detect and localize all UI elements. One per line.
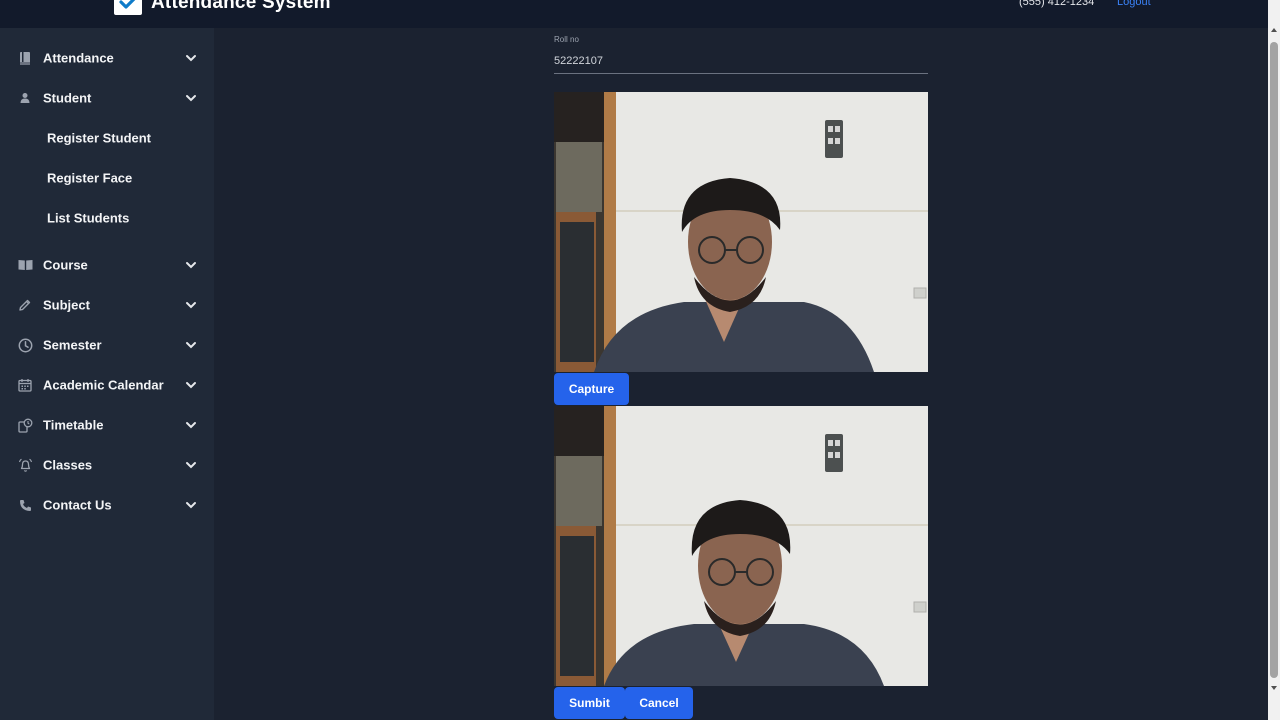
chevron-down-icon <box>186 422 196 429</box>
chevron-down-icon <box>186 302 196 309</box>
sidebar-subitem-label: Register Student <box>47 130 152 146</box>
sidebar-subitem-register-student[interactable]: Register Student <box>0 121 214 155</box>
phone-number: (555) 412-1234 <box>1019 0 1095 8</box>
clock-icon <box>17 337 33 353</box>
chevron-down-icon <box>186 382 196 389</box>
app-title: Attendance System <box>151 0 331 13</box>
phone-icon <box>17 497 33 513</box>
sidebar-item-label: Academic Calendar <box>43 377 164 393</box>
cancel-button[interactable]: Cancel <box>625 687 693 719</box>
sidebar-item-attendance[interactable]: Attendance <box>0 40 214 76</box>
chevron-down-icon <box>186 342 196 349</box>
pencil-icon <box>17 297 33 313</box>
sidebar-item-classes[interactable]: Classes <box>0 447 214 483</box>
sidebar-item-contact-us[interactable]: Contact Us <box>0 487 214 523</box>
scroll-up-icon[interactable] <box>1270 26 1278 34</box>
user-icon <box>17 90 33 106</box>
chevron-down-icon <box>186 262 196 269</box>
sidebar-subitem-list-students[interactable]: List Students <box>0 201 214 235</box>
webcam-preview <box>554 92 928 372</box>
scroll-down-icon[interactable] <box>1270 684 1278 692</box>
chevron-down-icon <box>186 502 196 509</box>
sidebar-subitem-register-face[interactable]: Register Face <box>0 161 214 195</box>
sidebar-subitem-label: List Students <box>47 210 130 226</box>
timetable-icon <box>17 417 33 433</box>
bell-icon <box>17 457 33 473</box>
sidebar-item-timetable[interactable]: Timetable <box>0 407 214 443</box>
sidebar-item-subject[interactable]: Subject <box>0 287 214 323</box>
captured-photo <box>554 406 928 686</box>
chevron-down-icon <box>186 462 196 469</box>
sidebar-item-semester[interactable]: Semester <box>0 327 214 363</box>
sidebar: Attendance Student Register Student Regi… <box>0 28 214 720</box>
sidebar-item-label: Contact Us <box>43 497 112 513</box>
roll-no-input[interactable] <box>554 48 928 74</box>
roll-no-label: Roll no <box>554 35 579 44</box>
sidebar-item-course[interactable]: Course <box>0 247 214 283</box>
brand[interactable]: Attendance System <box>114 0 331 15</box>
open-book-icon <box>17 257 33 273</box>
sidebar-item-academic-calendar[interactable]: Academic Calendar <box>0 367 214 403</box>
sidebar-item-label: Semester <box>43 337 102 353</box>
chevron-down-icon <box>186 55 196 62</box>
scrollbar-thumb[interactable] <box>1270 42 1278 678</box>
sidebar-item-label: Student <box>43 90 92 106</box>
check-logo-icon <box>114 0 142 15</box>
page-scrollbar[interactable] <box>1268 0 1280 720</box>
calendar-icon <box>17 377 33 393</box>
sidebar-item-label: Timetable <box>43 417 104 433</box>
sidebar-item-label: Attendance <box>43 50 114 66</box>
top-bar: Attendance System (555) 412-1234 Logout <box>0 0 1268 28</box>
sidebar-item-label: Subject <box>43 297 90 313</box>
book-icon <box>17 50 33 66</box>
sidebar-subitem-label: Register Face <box>47 170 133 186</box>
chevron-down-icon <box>186 95 196 102</box>
logout-link[interactable]: Logout <box>1117 0 1151 8</box>
sidebar-item-label: Classes <box>43 457 93 473</box>
capture-button[interactable]: Capture <box>554 373 629 405</box>
sidebar-item-student[interactable]: Student <box>0 80 214 116</box>
sidebar-item-label: Course <box>43 257 88 273</box>
submit-button[interactable]: Sumbit <box>554 687 625 719</box>
